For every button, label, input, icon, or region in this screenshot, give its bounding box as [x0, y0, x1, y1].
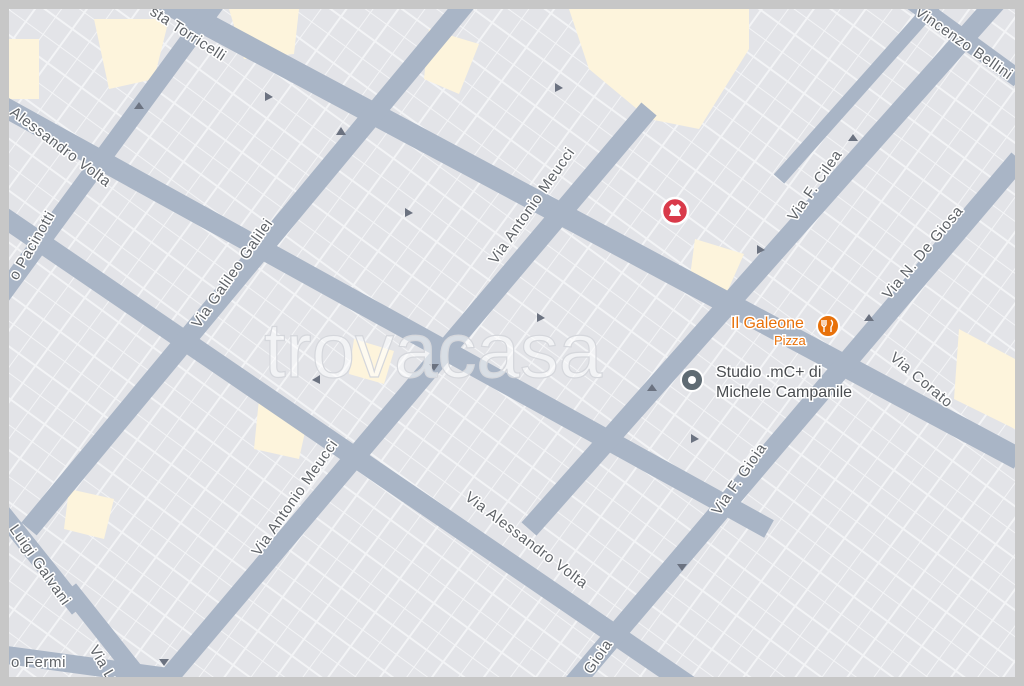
map-canvas[interactable]: trovacasa sta Torricelli Vincenzo Bellin… — [9, 9, 1015, 677]
poi-studio-line2: Michele Campanile — [716, 384, 852, 401]
poi-galeone-name: Il Galeone — [731, 315, 804, 332]
street-label-fermi: o Fermi — [11, 654, 66, 671]
map-svg: trovacasa sta Torricelli Vincenzo Bellin… — [9, 9, 1015, 677]
map-frame: trovacasa sta Torricelli Vincenzo Bellin… — [0, 0, 1024, 686]
listing-marker-icon[interactable] — [660, 196, 690, 226]
restaurant-icon — [816, 314, 840, 338]
place-pin-icon — [680, 368, 704, 392]
poi-galeone-category: Pizza — [774, 333, 807, 348]
poi-studio-line1: Studio .mC+ di — [716, 364, 821, 381]
watermark-logo: trovacasa — [264, 306, 603, 394]
